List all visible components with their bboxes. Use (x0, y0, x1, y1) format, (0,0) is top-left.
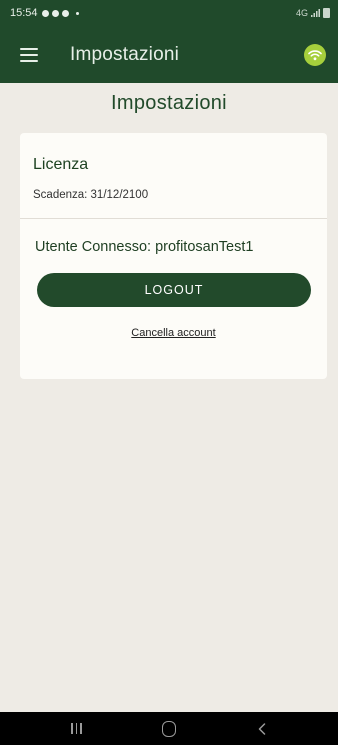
divider (20, 218, 327, 219)
more-notifications-icon (75, 11, 79, 15)
connected-user-label: Utente Connesso: profitosanTest1 (35, 239, 254, 255)
notification-icon (61, 9, 69, 17)
system-nav-bar (0, 712, 338, 745)
network-type: 4G (295, 8, 308, 18)
home-icon (161, 720, 176, 737)
status-bar: 15:54 4G (0, 0, 338, 26)
recent-apps-icon (71, 723, 82, 734)
signal-icon (311, 9, 320, 17)
license-expiry: Scadenza: 31/12/2100 (33, 189, 149, 201)
system-icons: 4G (296, 8, 330, 18)
app-bar: Impostazioni (0, 26, 338, 83)
page-title: Impostazioni (111, 92, 227, 114)
delete-account-link[interactable]: Cancella account (20, 327, 327, 339)
hamburger-menu-icon[interactable] (20, 47, 38, 62)
license-title: Licenza (33, 156, 89, 173)
battery-icon (323, 8, 330, 18)
notification-icon (41, 9, 49, 17)
wifi-icon[interactable] (304, 43, 326, 66)
home-button[interactable] (149, 712, 189, 745)
whatsapp-icon (51, 9, 59, 17)
app-bar-title: Impostazioni (70, 43, 180, 65)
settings-screen: 15:54 4G Impostazioni Impostazioni Licen… (0, 0, 338, 745)
logout-button[interactable]: LOGOUT (37, 273, 311, 307)
back-icon (258, 722, 265, 735)
settings-card: Licenza Scadenza: 31/12/2100 Utente Conn… (20, 133, 327, 379)
recent-apps-button[interactable] (56, 712, 96, 745)
notification-icons (41, 9, 79, 17)
status-time: 15:54 (10, 7, 38, 19)
back-button[interactable] (242, 712, 282, 745)
